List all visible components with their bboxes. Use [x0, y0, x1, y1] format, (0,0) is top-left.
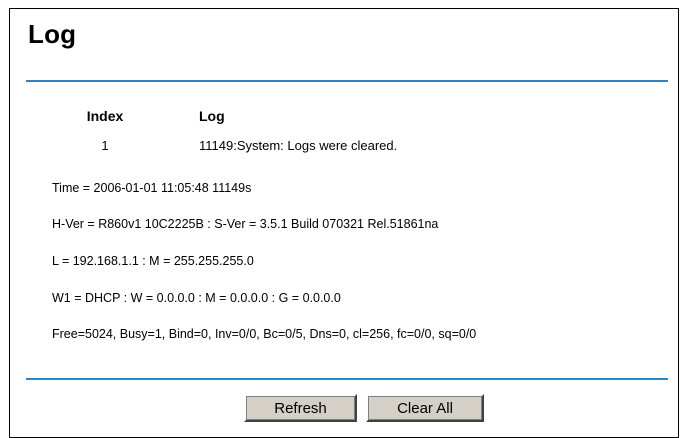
page-title: Log: [28, 19, 77, 49]
clear-all-button[interactable]: Clear All: [366, 394, 484, 422]
log-column-header: Log: [199, 108, 225, 124]
button-divider: [26, 378, 668, 380]
title-divider: [26, 80, 668, 82]
index-column-header: Index: [86, 108, 124, 124]
log-message-cell: 11149:System: Logs were cleared.: [199, 138, 398, 153]
wan-info: W1 = DHCP : W = 0.0.0.0 : M = 0.0.0.0 : …: [52, 291, 341, 305]
system-time: Time = 2006-01-01 11:05:48 11149s: [52, 181, 252, 195]
firmware-version: H-Ver = R860v1 10C2225B : S-Ver = 3.5.1 …: [52, 217, 439, 231]
log-panel: Log Index Log 1 11149:System: Logs were …: [9, 8, 679, 438]
refresh-button[interactable]: Refresh: [244, 394, 357, 422]
log-index-cell: 1: [101, 138, 109, 153]
system-stats: Free=5024, Busy=1, Bind=0, Inv=0/0, Bc=0…: [52, 327, 477, 341]
lan-info: L = 192.168.1.1 : M = 255.255.255.0: [52, 254, 254, 268]
button-row: Refresh Clear All: [10, 394, 678, 424]
